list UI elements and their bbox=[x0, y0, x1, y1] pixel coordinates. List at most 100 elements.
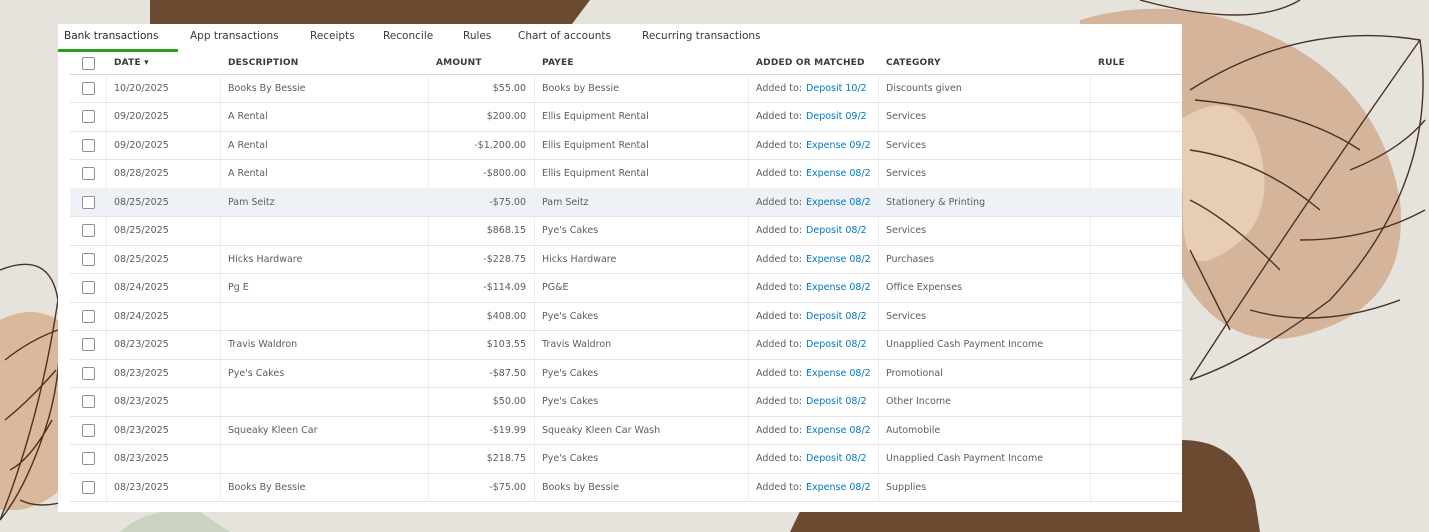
tab-rules[interactable]: Rules bbox=[463, 30, 491, 42]
row-checkbox[interactable] bbox=[81, 423, 95, 437]
matched-transaction-link[interactable]: Expense 08/2 bbox=[806, 282, 871, 293]
matched-transaction-link[interactable]: Expense 08/2 bbox=[806, 254, 871, 265]
added-to-label: Added to: bbox=[756, 282, 803, 293]
row-checkbox[interactable] bbox=[81, 252, 95, 266]
tab-chart-of-accounts[interactable]: Chart of accounts bbox=[518, 30, 611, 42]
tab-bank-transactions[interactable]: Bank transactions bbox=[64, 30, 159, 42]
row-description: Books By Bessie bbox=[228, 481, 306, 493]
table-row[interactable]: 08/25/2025 Hicks Hardware -$228.75 Hicks… bbox=[70, 245, 1182, 274]
matched-transaction-link[interactable]: Deposit 08/2 bbox=[806, 339, 867, 350]
row-checkbox[interactable] bbox=[81, 395, 95, 408]
row-payee: Ellis Equipment Rental bbox=[542, 168, 649, 179]
matched-transaction-link[interactable]: Expense 08/2 bbox=[806, 482, 871, 493]
row-checkbox[interactable] bbox=[81, 195, 95, 209]
row-payee: PG&E bbox=[542, 282, 569, 293]
matched-transaction-link[interactable]: Deposit 08/2 bbox=[806, 225, 867, 236]
row-category: Services bbox=[886, 111, 927, 122]
row-amount: -$87.50 bbox=[489, 367, 526, 379]
matched-transaction-link[interactable]: Deposit 08/2 bbox=[806, 396, 867, 407]
row-checkbox[interactable] bbox=[81, 167, 95, 180]
row-category: Services bbox=[886, 139, 927, 151]
row-date: 08/23/2025 bbox=[114, 453, 169, 464]
table-row[interactable]: 10/20/2025 Books By Bessie $55.00 Books … bbox=[70, 74, 1182, 103]
row-checkbox[interactable] bbox=[81, 366, 95, 380]
added-to-label: Added to: bbox=[756, 367, 803, 379]
table-row[interactable]: 08/28/2025 A Rental -$800.00 Ellis Equip… bbox=[70, 159, 1182, 189]
added-to-label: Added to: bbox=[756, 424, 803, 436]
row-date: 08/28/2025 bbox=[114, 168, 169, 179]
table-row[interactable]: 08/25/2025 $868.15 Pye's Cakes Added to:… bbox=[70, 216, 1182, 246]
tab-app-transactions[interactable]: App transactions bbox=[190, 30, 279, 42]
table-row[interactable]: 08/24/2025 $408.00 Pye's Cakes Added to:… bbox=[70, 302, 1182, 331]
row-description: Squeaky Kleen Car bbox=[228, 424, 318, 436]
table-row[interactable]: 08/25/2025 Pam Seitz -$75.00 Pam Seitz A… bbox=[70, 188, 1182, 217]
row-checkbox[interactable] bbox=[81, 452, 95, 465]
row-checkbox[interactable] bbox=[81, 338, 95, 351]
row-checkbox[interactable] bbox=[81, 81, 95, 95]
row-checkbox[interactable] bbox=[81, 110, 95, 123]
matched-transaction-link[interactable]: Deposit 08/2 bbox=[806, 311, 867, 322]
matched-transaction-link[interactable]: Deposit 09/2 bbox=[806, 111, 867, 122]
added-to-label: Added to: bbox=[756, 339, 803, 350]
added-to-label: Added to: bbox=[756, 168, 803, 179]
row-checkbox[interactable] bbox=[81, 224, 95, 237]
row-checkbox[interactable] bbox=[81, 281, 95, 294]
matched-transaction-link[interactable]: Expense 08/2 bbox=[806, 368, 871, 379]
row-date: 08/23/2025 bbox=[114, 367, 169, 379]
row-description: A Rental bbox=[228, 168, 268, 179]
row-rule bbox=[1090, 331, 1182, 359]
row-description bbox=[220, 388, 428, 416]
row-payee: Travis Waldron bbox=[542, 339, 612, 350]
added-to-label: Added to: bbox=[756, 310, 803, 322]
table-header: DATE ▾ DESCRIPTION AMOUNT PAYEE ADDED OR… bbox=[70, 52, 1182, 75]
column-header-category[interactable]: CATEGORY bbox=[878, 52, 1090, 74]
column-header-payee[interactable]: PAYEE bbox=[534, 52, 748, 74]
column-header-amount[interactable]: AMOUNT bbox=[428, 52, 534, 74]
table-row[interactable]: 08/23/2025 $50.00 Pye's Cakes Added to: D… bbox=[70, 387, 1182, 417]
row-checkbox[interactable] bbox=[81, 480, 95, 494]
table-row[interactable]: 09/20/2025 A Rental $200.00 Ellis Equipm… bbox=[70, 102, 1182, 132]
column-header-rule[interactable]: RULE bbox=[1090, 52, 1182, 74]
row-select-cell bbox=[70, 302, 106, 330]
row-rule bbox=[1090, 217, 1182, 245]
column-header-description[interactable]: DESCRIPTION bbox=[220, 52, 428, 74]
added-to-label: Added to: bbox=[756, 481, 803, 493]
row-select-cell bbox=[70, 245, 106, 273]
table-row[interactable]: 08/24/2025 Pg E -$114.09 PG&E Added to: E… bbox=[70, 273, 1182, 303]
matched-transaction-link[interactable]: Expense 08/2 bbox=[806, 168, 871, 179]
column-header-added-or-matched[interactable]: ADDED OR MATCHED bbox=[748, 52, 878, 74]
matched-transaction-link[interactable]: Deposit 08/2 bbox=[806, 453, 867, 464]
matched-transaction-link[interactable]: Deposit 10/2 bbox=[806, 83, 867, 94]
row-select-cell bbox=[70, 388, 106, 416]
select-all-checkbox[interactable] bbox=[81, 56, 95, 70]
row-checkbox[interactable] bbox=[81, 138, 95, 152]
row-added-or-matched: Added to: Deposit 08/2 bbox=[748, 217, 878, 245]
tab-recurring-transactions[interactable]: Recurring transactions bbox=[642, 30, 761, 42]
table-row[interactable]: 08/23/2025 Travis Waldron $103.55 Travis… bbox=[70, 330, 1182, 360]
row-amount: $868.15 bbox=[486, 225, 526, 236]
row-rule bbox=[1090, 274, 1182, 302]
matched-transaction-link[interactable]: Expense 09/2 bbox=[806, 140, 871, 151]
row-added-or-matched: Added to: Deposit 08/2 bbox=[748, 302, 878, 330]
tab-reconcile[interactable]: Reconcile bbox=[383, 30, 433, 42]
column-header-date[interactable]: DATE ▾ bbox=[106, 52, 220, 74]
table-row[interactable]: 09/20/2025 A Rental -$1,200.00 Ellis Equ… bbox=[70, 131, 1182, 160]
row-added-or-matched: Added to: Expense 08/2 bbox=[748, 274, 878, 302]
matched-transaction-link[interactable]: Expense 08/2 bbox=[806, 425, 871, 436]
row-payee: Pye's Cakes bbox=[542, 225, 599, 236]
tab-receipts[interactable]: Receipts bbox=[310, 30, 355, 42]
row-added-or-matched: Added to: Expense 08/2 bbox=[748, 416, 878, 444]
row-payee: Squeaky Kleen Car Wash bbox=[542, 424, 661, 436]
table-row[interactable]: 08/23/2025 Squeaky Kleen Car -$19.99 Squ… bbox=[70, 416, 1182, 445]
row-rule bbox=[1090, 445, 1182, 473]
table-row[interactable]: 08/23/2025 Pye's Cakes -$87.50 Pye's Cak… bbox=[70, 359, 1182, 388]
row-payee: Books by Bessie bbox=[542, 82, 620, 94]
row-amount: -$75.00 bbox=[489, 196, 526, 208]
table-row[interactable]: 08/23/2025 $218.75 Pye's Cakes Added to:… bbox=[70, 444, 1182, 474]
row-select-cell bbox=[70, 473, 106, 501]
row-category: Office Expenses bbox=[886, 282, 963, 293]
row-select-cell bbox=[70, 359, 106, 387]
table-row[interactable]: 08/23/2025 Books By Bessie -$75.00 Books… bbox=[70, 473, 1182, 502]
matched-transaction-link[interactable]: Expense 08/2 bbox=[806, 197, 871, 208]
row-checkbox[interactable] bbox=[81, 309, 95, 323]
